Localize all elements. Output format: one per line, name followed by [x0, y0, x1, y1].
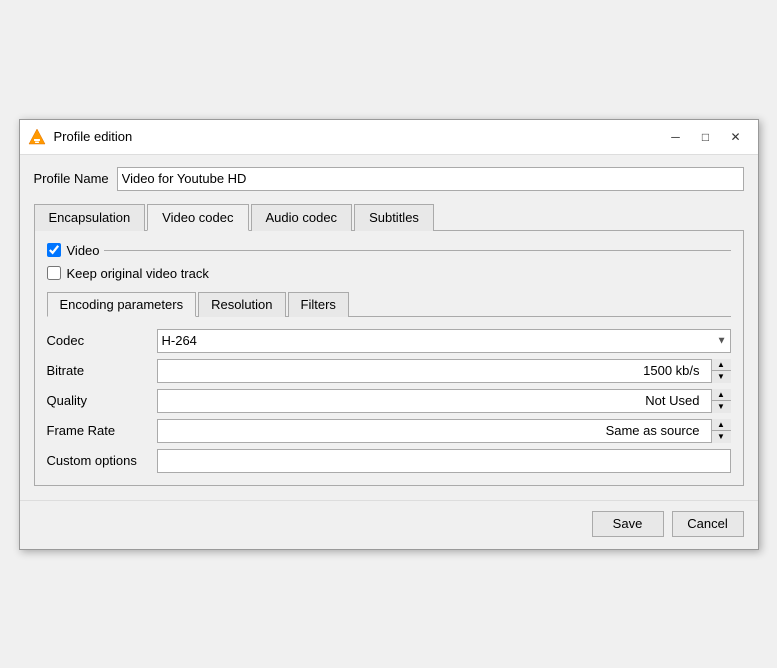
keep-original-label: Keep original video track: [67, 266, 209, 281]
tab-video-codec[interactable]: Video codec: [147, 204, 248, 231]
quality-up-button[interactable]: ▲: [712, 389, 731, 402]
frame-rate-input[interactable]: [157, 419, 731, 443]
tab-subtitles[interactable]: Subtitles: [354, 204, 434, 231]
quality-down-button[interactable]: ▼: [712, 401, 731, 413]
close-button[interactable]: ✕: [722, 126, 750, 148]
maximize-button[interactable]: □: [692, 126, 720, 148]
sub-tab-filters[interactable]: Filters: [288, 292, 349, 317]
quality-input[interactable]: [157, 389, 731, 413]
sub-tab-resolution[interactable]: Resolution: [198, 292, 285, 317]
bitrate-down-button[interactable]: ▼: [712, 371, 731, 383]
keep-original-checkbox[interactable]: [47, 266, 61, 280]
video-checkbox[interactable]: [47, 243, 61, 257]
profile-edition-dialog: Profile edition ─ □ ✕ Profile Name Encap…: [19, 119, 759, 550]
frame-rate-row: Frame Rate ▲ ▼: [47, 419, 731, 443]
tab-content-video-codec: Video Keep original video track Encoding…: [34, 231, 744, 486]
save-button[interactable]: Save: [592, 511, 664, 537]
frame-rate-down-button[interactable]: ▼: [712, 431, 731, 443]
dialog-title: Profile edition: [54, 129, 662, 144]
quality-spin-buttons: ▲ ▼: [711, 389, 731, 413]
profile-name-input[interactable]: [117, 167, 744, 191]
frame-rate-control: ▲ ▼: [157, 419, 731, 443]
frame-rate-up-button[interactable]: ▲: [712, 419, 731, 432]
frame-rate-spin-wrapper: ▲ ▼: [157, 419, 731, 443]
video-section-header: Video: [47, 243, 731, 258]
tab-audio-codec[interactable]: Audio codec: [251, 204, 353, 231]
custom-options-row: Custom options: [47, 449, 731, 473]
minimize-button[interactable]: ─: [662, 126, 690, 148]
custom-options-input[interactable]: [157, 449, 731, 473]
vlc-icon: [28, 128, 46, 146]
quality-label: Quality: [47, 393, 157, 408]
profile-name-label: Profile Name: [34, 171, 109, 186]
sub-tabs: Encoding parameters Resolution Filters: [47, 291, 731, 317]
window-controls: ─ □ ✕: [662, 126, 750, 148]
bitrate-input[interactable]: [157, 359, 731, 383]
encoding-form: Codec H-264 H-265 MPEG-4 MPEG-2 VP8 VP9 …: [47, 329, 731, 473]
cancel-button[interactable]: Cancel: [672, 511, 744, 537]
dialog-footer: Save Cancel: [20, 500, 758, 549]
profile-name-row: Profile Name: [34, 167, 744, 191]
frame-rate-label: Frame Rate: [47, 423, 157, 438]
bitrate-control: ▲ ▼: [157, 359, 731, 383]
bitrate-up-button[interactable]: ▲: [712, 359, 731, 372]
tab-encapsulation[interactable]: Encapsulation: [34, 204, 146, 231]
codec-select[interactable]: H-264 H-265 MPEG-4 MPEG-2 VP8 VP9 Theora: [157, 329, 731, 353]
bitrate-row: Bitrate ▲ ▼: [47, 359, 731, 383]
codec-label: Codec: [47, 333, 157, 348]
video-section-label: Video: [67, 243, 100, 258]
section-divider: [104, 250, 731, 251]
sub-tab-encoding[interactable]: Encoding parameters: [47, 292, 197, 317]
custom-options-control: [157, 449, 731, 473]
quality-row: Quality ▲ ▼: [47, 389, 731, 413]
dialog-body: Profile Name Encapsulation Video codec A…: [20, 155, 758, 500]
quality-spin-wrapper: ▲ ▼: [157, 389, 731, 413]
title-bar: Profile edition ─ □ ✕: [20, 120, 758, 155]
codec-select-wrapper: H-264 H-265 MPEG-4 MPEG-2 VP8 VP9 Theora: [157, 329, 731, 353]
bitrate-spin-wrapper: ▲ ▼: [157, 359, 731, 383]
custom-options-label: Custom options: [47, 453, 157, 468]
bitrate-label: Bitrate: [47, 363, 157, 378]
bitrate-spin-buttons: ▲ ▼: [711, 359, 731, 383]
quality-control: ▲ ▼: [157, 389, 731, 413]
frame-rate-spin-buttons: ▲ ▼: [711, 419, 731, 443]
codec-row: Codec H-264 H-265 MPEG-4 MPEG-2 VP8 VP9 …: [47, 329, 731, 353]
codec-control: H-264 H-265 MPEG-4 MPEG-2 VP8 VP9 Theora: [157, 329, 731, 353]
keep-original-row: Keep original video track: [47, 266, 731, 281]
main-tabs: Encapsulation Video codec Audio codec Su…: [34, 203, 744, 231]
